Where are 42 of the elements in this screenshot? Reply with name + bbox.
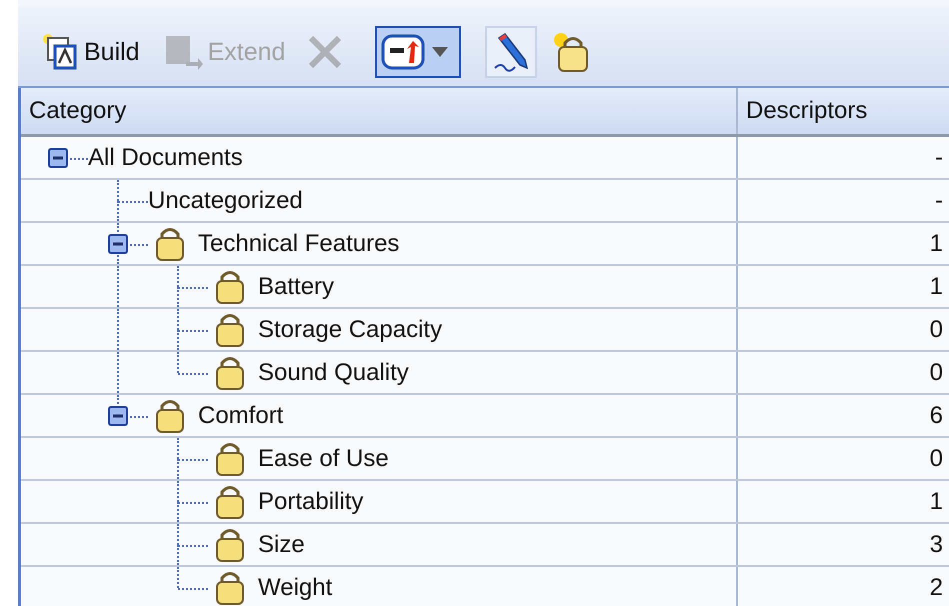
padlock-icon — [214, 268, 246, 304]
column-header[interactable]: Descriptors — [738, 88, 949, 134]
collapse-toggle[interactable] — [48, 148, 68, 168]
padlock-icon — [214, 312, 246, 348]
padlock-icon — [214, 570, 246, 606]
descriptor-count: 2 — [928, 572, 944, 602]
build-button[interactable]: Build — [32, 26, 148, 78]
descriptor-count: - — [934, 142, 944, 172]
category-name[interactable]: Sound Quality — [258, 358, 409, 386]
collapse-toggle[interactable] — [108, 234, 128, 254]
category-name[interactable]: Storage Capacity — [258, 316, 442, 344]
category-name[interactable]: Size — [258, 530, 305, 558]
descriptor-count: 1 — [928, 228, 944, 258]
padlock-icon — [214, 526, 246, 562]
close-icon — [307, 34, 344, 70]
padlock-icon — [154, 226, 186, 262]
descriptor-count: 3 — [928, 530, 944, 560]
descriptor-count: 1 — [928, 272, 944, 302]
category-name[interactable]: Weight — [258, 574, 332, 602]
category-name[interactable]: Ease of Use — [258, 444, 389, 472]
descriptor-count: 0 — [928, 358, 944, 388]
padlock-icon — [214, 440, 246, 476]
column-header[interactable]: Category — [21, 88, 738, 134]
caret-icon — [431, 46, 450, 58]
collapse-toggle[interactable] — [108, 406, 128, 426]
category-name[interactable]: Portability — [258, 488, 364, 516]
category-name[interactable]: All Documents — [88, 144, 243, 172]
padlock-icon — [154, 398, 186, 434]
category-name[interactable]: Battery — [258, 272, 334, 300]
edit-button[interactable] — [485, 26, 538, 78]
descriptor-count: 1 — [928, 486, 944, 516]
descriptor-count: - — [934, 186, 944, 216]
category-name[interactable]: Technical Features — [198, 230, 400, 258]
descriptor-count: 6 — [928, 400, 944, 430]
descriptor-count: 0 — [928, 314, 944, 344]
category-name[interactable]: Uncategorized — [148, 186, 303, 214]
category-name[interactable]: Comfort — [198, 402, 284, 430]
descriptor-count: 0 — [928, 444, 944, 474]
padlock-icon — [214, 354, 246, 390]
view-dropdown-button[interactable] — [375, 26, 462, 78]
pencil-icon — [493, 32, 530, 72]
padlock-icon — [214, 484, 246, 520]
